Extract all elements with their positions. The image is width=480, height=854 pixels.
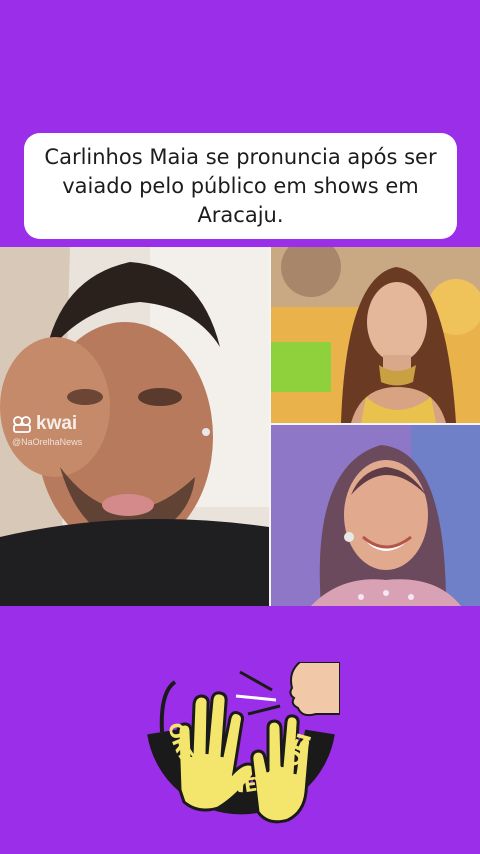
photo-woman-top — [271, 247, 480, 423]
headline-card: Carlinhos Maia se pronuncia após ser vai… — [24, 133, 457, 239]
na-orelha-news-logo: NA ORELHA NEWS OFICIAL — [132, 645, 341, 837]
kwai-watermark: kwai @NaOrelhaNews — [12, 413, 82, 447]
photo-woman-top-illustration — [271, 247, 480, 423]
kwai-brand-label: kwai — [36, 413, 78, 434]
photo-man-in-bed: kwai @NaOrelhaNews — [0, 247, 269, 606]
logo-emblem: NA ORELHA NEWS OFICIAL — [132, 645, 341, 824]
kwai-handle: @NaOrelhaNews — [12, 437, 83, 447]
photo-collage: kwai @NaOrelhaNews — [0, 247, 480, 606]
photo-woman-bottom-illustration — [271, 425, 480, 606]
kwai-icon — [13, 416, 31, 433]
headline-text: Carlinhos Maia se pronuncia após ser vai… — [44, 144, 437, 227]
photo-woman-bottom — [271, 425, 480, 606]
